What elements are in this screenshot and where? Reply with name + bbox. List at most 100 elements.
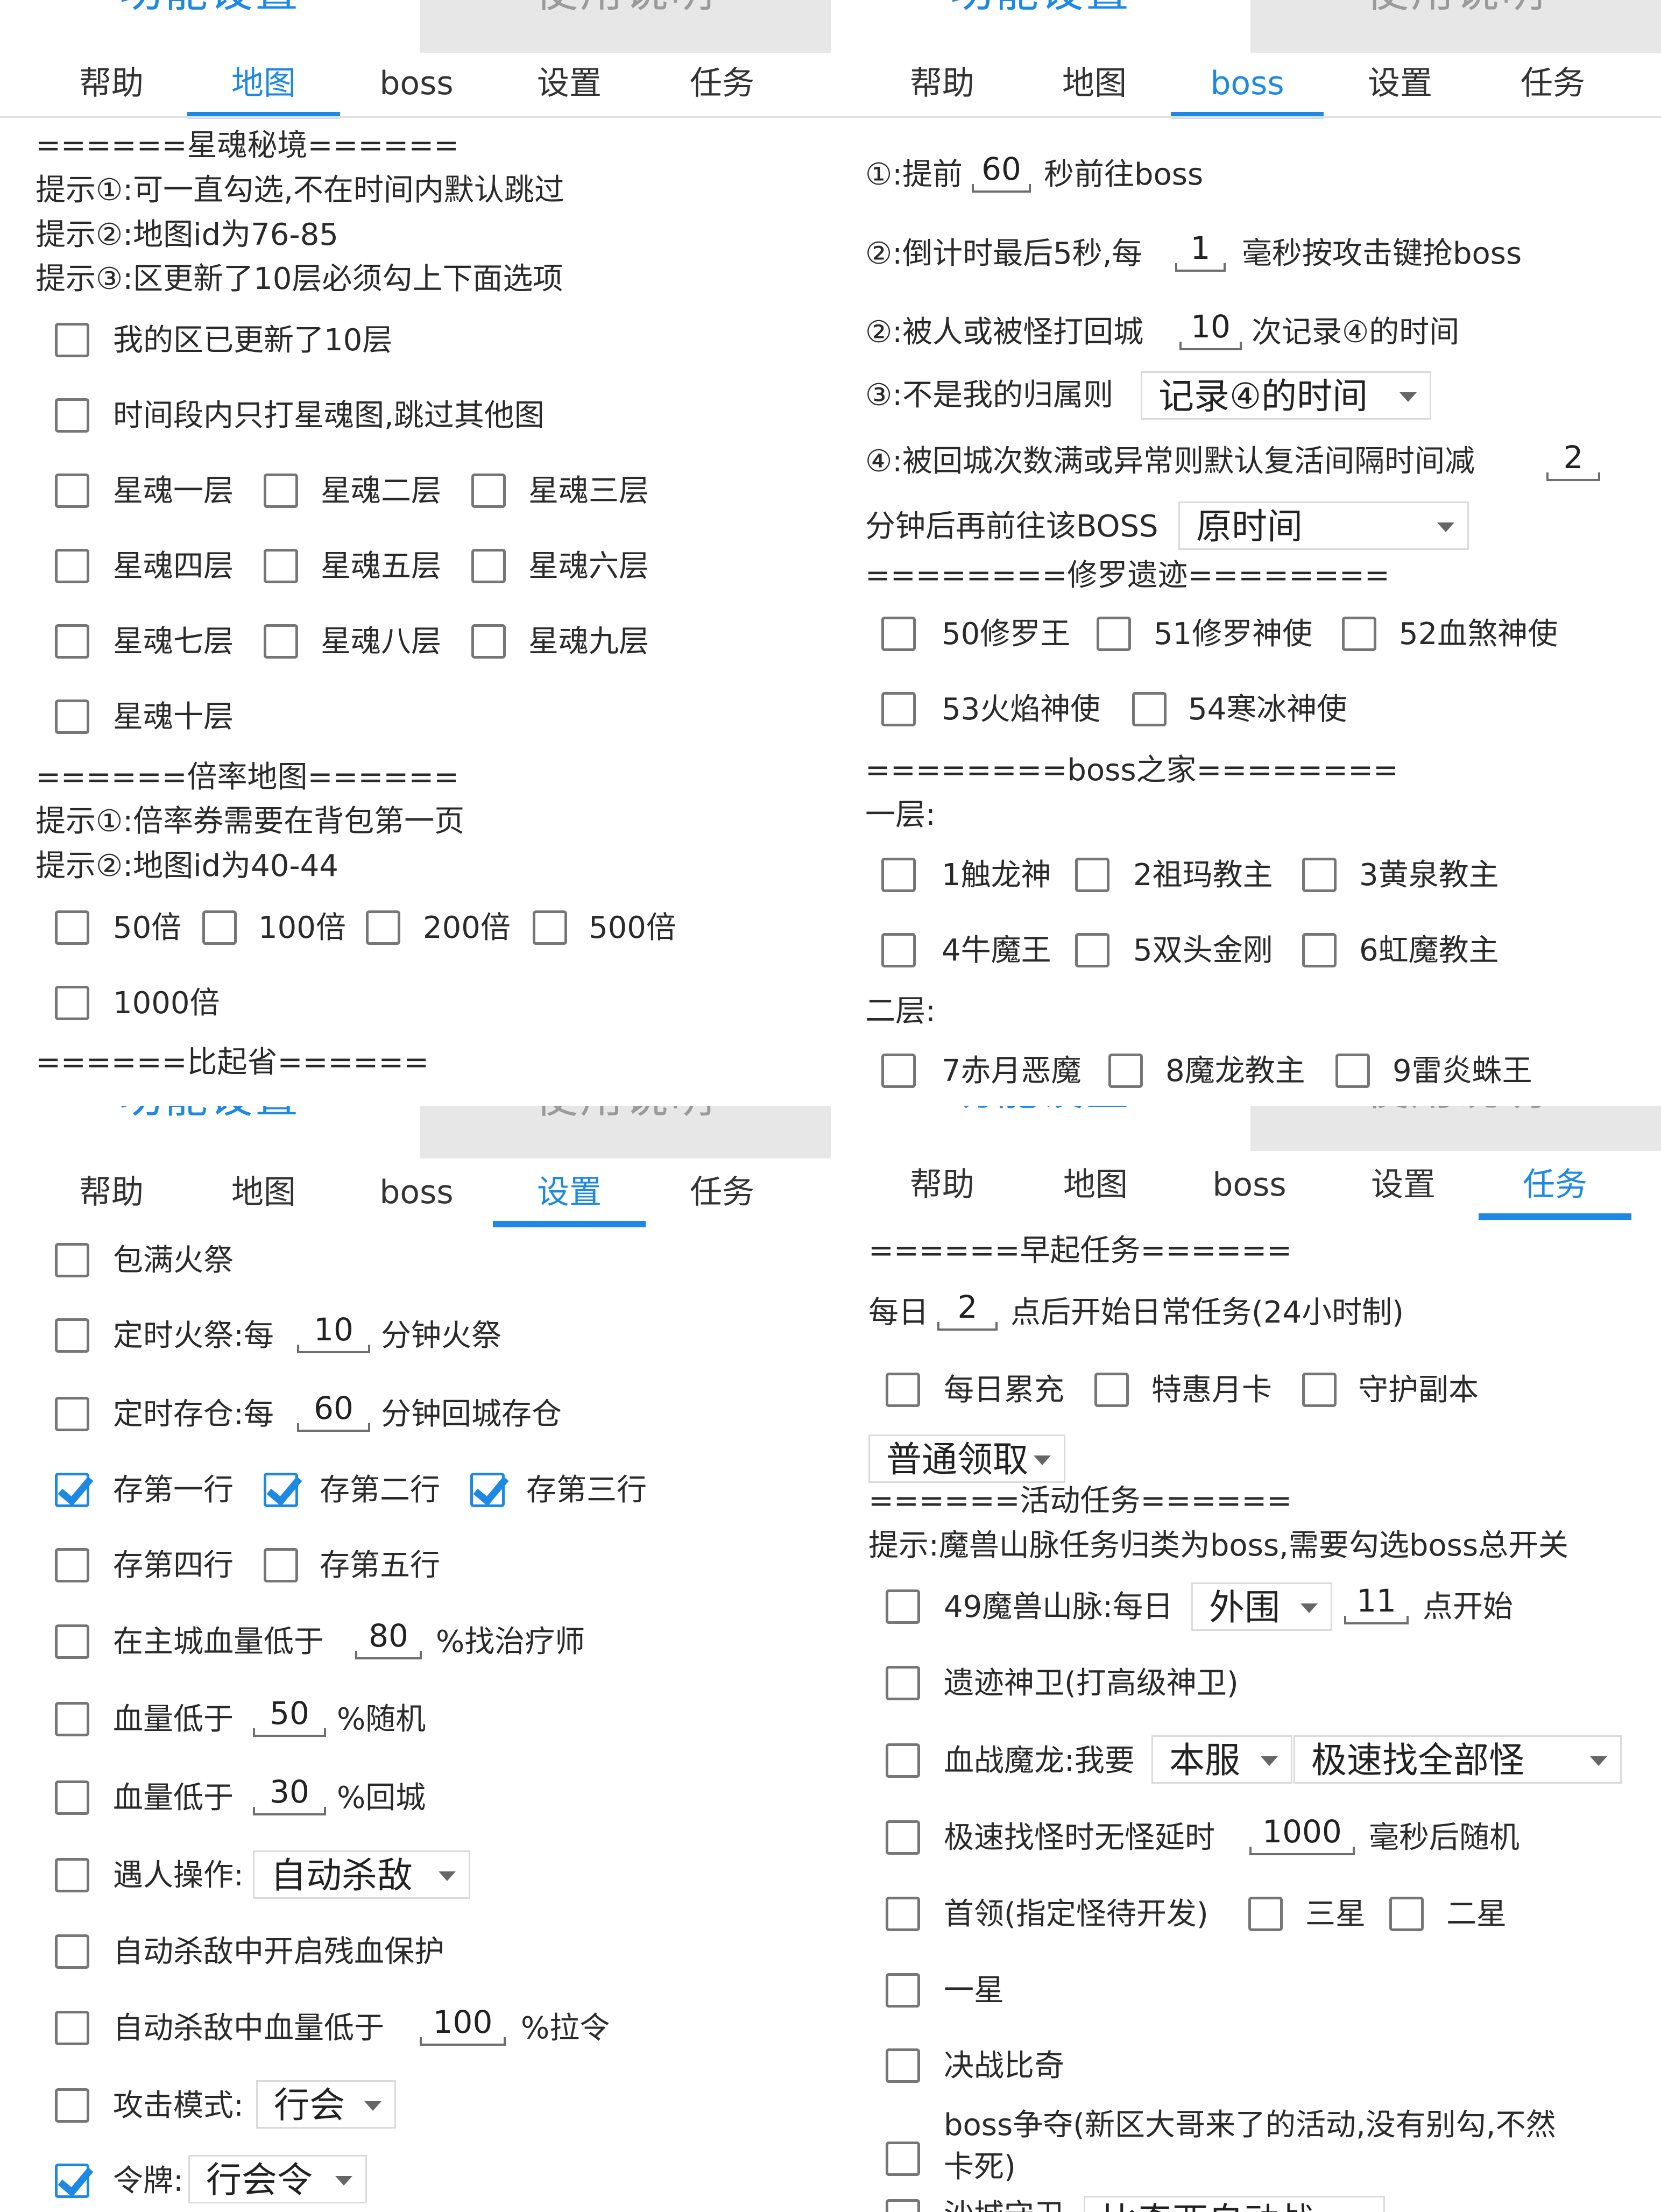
dragon-mode-select[interactable]: 极速找全部怪 [1294, 1735, 1622, 1784]
checkbox-layer[interactable] [471, 624, 506, 659]
checkbox-multiplier[interactable] [202, 910, 237, 945]
checkbox-timed-store[interactable] [55, 1397, 89, 1431]
checkbox-token[interactable] [55, 2164, 89, 2198]
checkbox-three-star[interactable] [1248, 1897, 1283, 1931]
checkbox-random[interactable] [55, 1702, 89, 1736]
tab-usage-guide[interactable]: 使用说明 [1250, 1106, 1661, 1151]
last-task-select[interactable]: 比奇西自动战 [1084, 2196, 1385, 2212]
checkbox-layer[interactable] [471, 549, 506, 583]
checkbox-attack-mode[interactable] [55, 2088, 89, 2123]
mountain-area-select[interactable]: 外围 [1191, 1582, 1332, 1631]
subtab-boss[interactable]: boss [1171, 54, 1324, 118]
subtab-map[interactable]: 地图 [1018, 54, 1171, 118]
attack-mode-select[interactable]: 行会 [256, 2080, 396, 2129]
tab-function-settings[interactable]: 功能设置 [0, 0, 420, 53]
checkbox-multiplier[interactable] [55, 910, 89, 945]
checkbox-guard-dungeon[interactable] [1302, 1373, 1337, 1407]
subtab-boss[interactable]: boss [340, 1163, 493, 1227]
checkbox-store-row1[interactable] [55, 1473, 89, 1507]
fire-interval-input[interactable]: 10 [297, 1310, 370, 1353]
heal-threshold-input[interactable]: 80 [355, 1616, 422, 1659]
token-select[interactable]: 行会令 [188, 2155, 367, 2203]
checkbox-timed-fire[interactable] [55, 1318, 89, 1353]
checkbox-baoman[interactable] [55, 1243, 89, 1277]
checkbox-layer[interactable] [55, 624, 89, 659]
checkbox-mountain[interactable] [886, 1589, 920, 1624]
checkbox-layer[interactable] [264, 624, 298, 659]
mountain-hour-input[interactable]: 11 [1344, 1581, 1409, 1624]
checkbox-boss[interactable] [1342, 617, 1376, 651]
checkbox-store-row5[interactable] [264, 1548, 298, 1582]
checkbox-boss[interactable] [881, 933, 916, 967]
checkbox-boss[interactable] [881, 692, 916, 726]
subtab-map[interactable]: 地图 [187, 54, 340, 118]
checkbox-updated-10[interactable] [55, 323, 89, 357]
subtab-boss[interactable]: boss [340, 54, 493, 118]
checkbox-layer[interactable] [264, 549, 298, 583]
checkbox-boss[interactable] [1335, 1054, 1370, 1088]
subtab-settings[interactable]: 设置 [1327, 1155, 1480, 1220]
subtab-help[interactable]: 帮助 [35, 54, 188, 118]
claim-mode-select[interactable]: 普通领取 [868, 1434, 1065, 1483]
tab-usage-guide[interactable]: 使用说明 [420, 0, 831, 53]
tab-function-settings[interactable]: 功能设置 [831, 0, 1250, 53]
checkbox-return[interactable] [55, 1780, 89, 1815]
subtab-settings[interactable]: 设置 [493, 54, 646, 118]
grab-interval-input[interactable]: 1 [1175, 229, 1226, 272]
subtab-settings[interactable]: 设置 [493, 1163, 646, 1227]
checkbox-pull[interactable] [55, 2011, 89, 2045]
subtab-help[interactable]: 帮助 [866, 1155, 1019, 1220]
checkbox-meet-action[interactable] [55, 1858, 89, 1892]
checkbox-layer[interactable] [264, 474, 298, 508]
subtab-tasks[interactable]: 任务 [1476, 54, 1629, 118]
subtab-settings[interactable]: 设置 [1324, 54, 1476, 118]
subtab-tasks[interactable]: 任务 [646, 54, 798, 118]
ownership-select[interactable]: 记录④的时间 [1141, 371, 1431, 420]
checkbox-fast-find[interactable] [886, 1820, 920, 1855]
checkbox-boss[interactable] [1302, 933, 1337, 967]
checkbox-daily-topup[interactable] [886, 1373, 920, 1407]
checkbox-monthly-card[interactable] [1094, 1373, 1129, 1407]
checkbox-multiplier[interactable] [533, 910, 567, 945]
tab-function-settings[interactable]: 功能设置 [0, 1106, 420, 1158]
checkbox-boss[interactable] [881, 617, 916, 651]
store-interval-input[interactable]: 60 [297, 1389, 370, 1432]
fast-find-delay-input[interactable]: 1000 [1249, 1812, 1355, 1855]
checkbox-boss[interactable] [881, 858, 916, 892]
checkbox-protect[interactable] [55, 1934, 89, 1969]
subtab-help[interactable]: 帮助 [35, 1163, 188, 1227]
checkbox-blood-dragon[interactable] [886, 1743, 920, 1778]
checkbox-boss[interactable] [1108, 1054, 1143, 1088]
dragon-server-select[interactable]: 本服 [1151, 1735, 1292, 1784]
checkbox-leader[interactable] [886, 1897, 920, 1931]
checkbox-boss[interactable] [1075, 933, 1109, 967]
checkbox-duel-biqi[interactable] [886, 2048, 920, 2083]
checkbox-relic-guard[interactable] [886, 1666, 920, 1700]
tab-function-settings[interactable]: 功能设置 [831, 1106, 1250, 1151]
advance-seconds-input[interactable]: 60 [972, 150, 1031, 193]
checkbox-store-row3[interactable] [470, 1473, 505, 1507]
checkbox-boss[interactable] [1097, 617, 1131, 651]
checkbox-store-row4[interactable] [55, 1548, 89, 1582]
subtab-tasks[interactable]: 任务 [646, 1163, 798, 1227]
tab-usage-guide[interactable]: 使用说明 [420, 1106, 831, 1158]
daily-start-hour-input[interactable]: 2 [937, 1288, 998, 1331]
subtab-tasks[interactable]: 任务 [1479, 1155, 1631, 1220]
checkbox-layer[interactable] [55, 474, 89, 508]
checkbox-store-row2[interactable] [264, 1473, 298, 1507]
subtab-help[interactable]: 帮助 [866, 54, 1019, 118]
checkbox-only-xinghun[interactable] [55, 398, 89, 433]
meet-action-select[interactable]: 自动杀敌 [253, 1850, 470, 1899]
revive-minus-input[interactable]: 2 [1546, 438, 1600, 481]
boss-time-select[interactable]: 原时间 [1178, 501, 1469, 550]
checkbox-boss[interactable] [1302, 858, 1337, 892]
subtab-map[interactable]: 地图 [1019, 1155, 1172, 1220]
pull-threshold-input[interactable]: 100 [420, 2003, 506, 2046]
checkbox-multiplier[interactable] [55, 986, 89, 1020]
tab-usage-guide[interactable]: 使用说明 [1250, 0, 1661, 53]
return-threshold-input[interactable]: 30 [253, 1772, 326, 1815]
subtab-boss[interactable]: boss [1173, 1155, 1326, 1220]
checkbox-last-task[interactable] [886, 2199, 920, 2212]
checkbox-boss[interactable] [881, 1054, 916, 1088]
checkbox-boss[interactable] [1132, 692, 1167, 726]
